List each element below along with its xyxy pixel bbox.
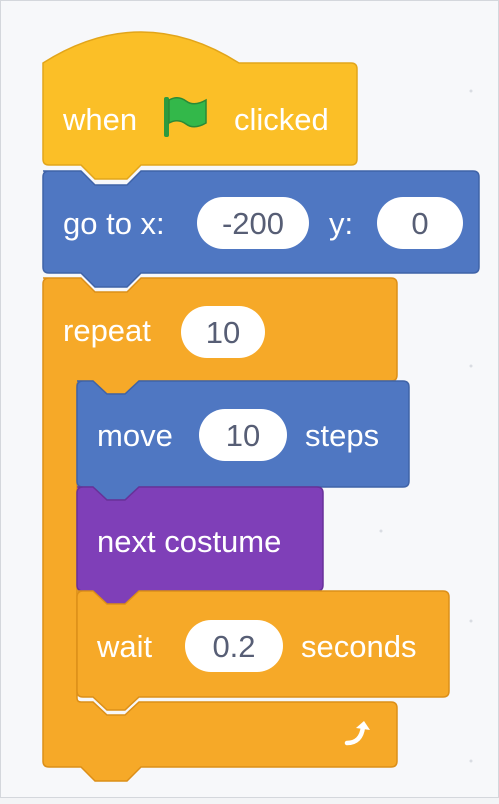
script-area: repeat 10 when clicked go to x: -200 y: …	[42, 31, 480, 782]
repeat-count-value[interactable]: 10	[206, 315, 240, 350]
steps-value[interactable]: 10	[226, 418, 260, 453]
steps-label: steps	[305, 418, 379, 453]
y-value[interactable]: 0	[411, 206, 428, 241]
go-to-x-label: go to x:	[63, 206, 165, 241]
repeat-label: repeat	[63, 313, 151, 348]
seconds-input[interactable]: 0.2	[185, 620, 283, 672]
repeat-count-input[interactable]: 10	[181, 306, 265, 358]
x-input[interactable]: -200	[197, 197, 309, 249]
wait-label: wait	[96, 629, 153, 664]
next-costume-label: next costume	[97, 524, 281, 559]
script-canvas: repeat 10 when clicked go to x: -200 y: …	[0, 0, 499, 798]
when-label: when	[62, 102, 137, 137]
move-label: move	[97, 418, 173, 453]
y-input[interactable]: 0	[377, 197, 463, 249]
seconds-value[interactable]: 0.2	[212, 629, 255, 664]
clicked-label: clicked	[234, 102, 329, 137]
steps-input[interactable]: 10	[199, 409, 287, 461]
when-flag-clicked-block[interactable]: when clicked	[42, 31, 358, 180]
wait-seconds-block[interactable]: wait 0.2 seconds	[76, 590, 450, 711]
x-value[interactable]: -200	[222, 206, 284, 241]
y-label: y:	[329, 206, 353, 241]
seconds-label: seconds	[301, 629, 416, 664]
go-to-xy-block[interactable]: go to x: -200 y: 0	[42, 170, 480, 288]
next-costume-block[interactable]: next costume	[76, 486, 324, 605]
move-steps-block[interactable]: move 10 steps	[76, 380, 410, 501]
